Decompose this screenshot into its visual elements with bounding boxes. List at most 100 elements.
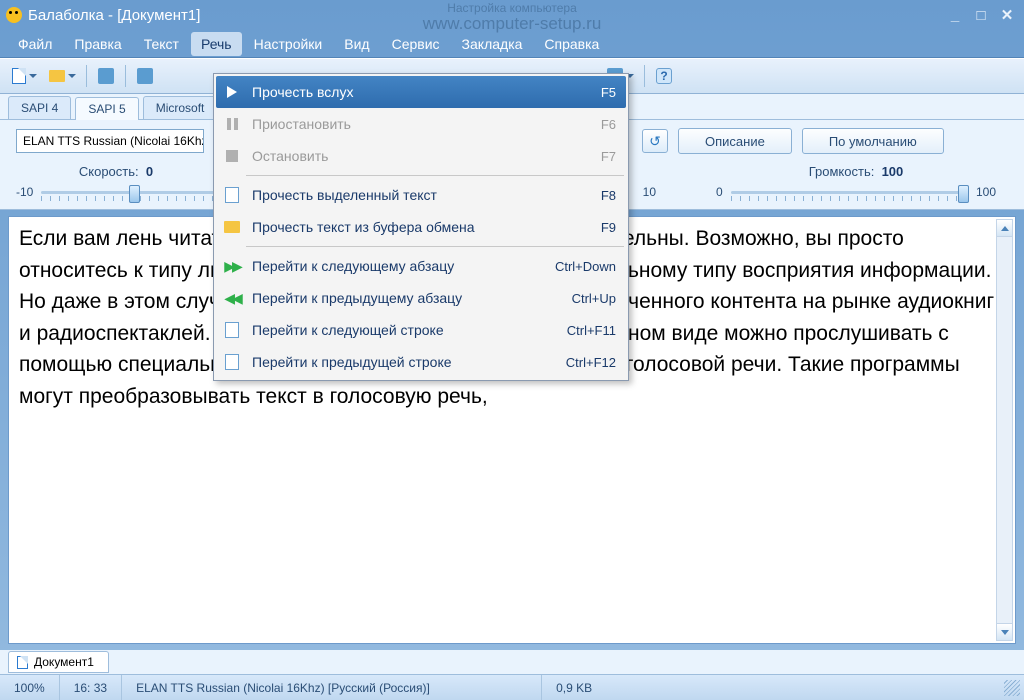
tab-sapi-4[interactable]: SAPI 4 bbox=[8, 96, 71, 119]
menu-сервис[interactable]: Сервис bbox=[382, 32, 450, 56]
pause-icon bbox=[220, 112, 244, 136]
toolbar-btn-1[interactable] bbox=[93, 63, 119, 89]
watermark-line2: www.computer-setup.ru bbox=[423, 15, 602, 34]
menu-item-shortcut: Ctrl+F11 bbox=[567, 323, 616, 338]
scroll-up-button[interactable] bbox=[997, 220, 1012, 237]
menu-item-shortcut: F7 bbox=[601, 149, 616, 164]
status-position: 16: 33 bbox=[60, 675, 122, 700]
help-button[interactable]: ? bbox=[651, 63, 677, 89]
speed-label: Скорость: 0 bbox=[16, 164, 216, 179]
statusbar: 100% 16: 33 ELAN TTS Russian (Nicolai 16… bbox=[0, 674, 1024, 700]
document-tabs: Документ1 bbox=[0, 650, 1024, 674]
folder-icon bbox=[220, 215, 244, 239]
menu-настройки[interactable]: Настройки bbox=[244, 32, 333, 56]
menu-separator bbox=[246, 175, 624, 176]
stop-icon bbox=[220, 144, 244, 168]
menu-item-label: Перейти к предыдущему абзацу bbox=[252, 290, 572, 306]
menu-item-label: Остановить bbox=[252, 148, 601, 164]
menu-item-перейти-к-следующему-абз[interactable]: ▶▶ Перейти к следующему абзацуCtrl+Down bbox=[216, 250, 626, 282]
menu-item-label: Перейти к предыдущей строке bbox=[252, 354, 566, 370]
menu-item-shortcut: Ctrl+Down bbox=[555, 259, 616, 274]
menu-item-shortcut: F5 bbox=[601, 85, 616, 100]
scroll-down-button[interactable] bbox=[997, 623, 1012, 640]
tab-microsoft[interactable]: Microsoft bbox=[143, 96, 218, 119]
menu-item-приостановить: ПриостановитьF6 bbox=[216, 108, 626, 140]
menu-item-shortcut: F6 bbox=[601, 117, 616, 132]
refresh-button[interactable]: ↺ bbox=[642, 129, 668, 153]
menu-item-перейти-к-предыдущему-аб[interactable]: ◀◀ Перейти к предыдущему абзацуCtrl+Up bbox=[216, 282, 626, 314]
play-icon bbox=[220, 80, 244, 104]
tab-sapi-5[interactable]: SAPI 5 bbox=[75, 97, 138, 120]
maximize-button[interactable]: □ bbox=[970, 6, 992, 24]
separator bbox=[86, 65, 87, 87]
default-button[interactable]: По умолчанию bbox=[802, 128, 944, 154]
open-button[interactable] bbox=[44, 63, 80, 89]
menubar: ФайлПравкаТекстРечьНастройкиВидСервисЗак… bbox=[0, 30, 1024, 58]
chevron-down-icon bbox=[1001, 630, 1009, 635]
description-button[interactable]: Описание bbox=[678, 128, 792, 154]
menu-закладка[interactable]: Закладка bbox=[452, 32, 533, 56]
menu-item-label: Перейти к следующему абзацу bbox=[252, 258, 555, 274]
chevron-up-icon bbox=[1001, 226, 1009, 231]
voice-select[interactable]: ELAN TTS Russian (Nicolai 16Khz) bbox=[16, 129, 204, 153]
menu-речь[interactable]: Речь bbox=[191, 32, 242, 56]
menu-item-остановить: ОстановитьF7 bbox=[216, 140, 626, 172]
rw-icon: ◀◀ bbox=[220, 286, 244, 310]
doc-icon bbox=[220, 183, 244, 207]
window-title: Балаболка - [Документ1] bbox=[28, 7, 200, 24]
vertical-scrollbar[interactable] bbox=[996, 219, 1013, 641]
separator bbox=[125, 65, 126, 87]
speech-menu-dropdown: Прочесть вслухF5ПриостановитьF6Остановит… bbox=[213, 73, 629, 381]
menu-правка[interactable]: Правка bbox=[64, 32, 131, 56]
menu-item-перейти-к-следующей-стро[interactable]: Перейти к следующей строкеCtrl+F11 bbox=[216, 314, 626, 346]
separator bbox=[644, 65, 645, 87]
menu-текст[interactable]: Текст bbox=[134, 32, 189, 56]
menu-item-label: Приостановить bbox=[252, 116, 601, 132]
menu-item-label: Прочесть текст из буфера обмена bbox=[252, 219, 601, 235]
status-voice: ELAN TTS Russian (Nicolai 16Khz) [Русски… bbox=[122, 675, 542, 700]
app-icon bbox=[6, 7, 22, 23]
menu-item-перейти-к-предыдущей-стр[interactable]: Перейти к предыдущей строкеCtrl+F12 bbox=[216, 346, 626, 378]
menu-item-shortcut: Ctrl+F12 bbox=[566, 355, 616, 370]
menu-вид[interactable]: Вид bbox=[334, 32, 379, 56]
generic-icon bbox=[137, 68, 153, 84]
doc-icon bbox=[220, 350, 244, 374]
menu-item-прочесть-вслух[interactable]: Прочесть вслухF5 bbox=[216, 76, 626, 108]
generic-icon bbox=[98, 68, 114, 84]
titlebar: Балаболка - [Документ1] Настройка компью… bbox=[0, 0, 1024, 30]
document-tab-label: Документ1 bbox=[34, 655, 94, 669]
volume-slider[interactable] bbox=[731, 183, 968, 201]
pitch-max: 10 bbox=[643, 185, 656, 199]
menu-item-shortcut: F9 bbox=[601, 220, 616, 235]
menu-файл[interactable]: Файл bbox=[8, 32, 62, 56]
speed-slider[interactable] bbox=[41, 183, 216, 201]
toolbar-btn-2[interactable] bbox=[132, 63, 158, 89]
status-zoom: 100% bbox=[0, 675, 60, 700]
resize-grip[interactable] bbox=[1004, 680, 1020, 696]
new-button[interactable] bbox=[6, 63, 42, 89]
doc-icon bbox=[220, 318, 244, 342]
speed-min: -10 bbox=[16, 185, 33, 199]
menu-item-shortcut: Ctrl+Up bbox=[572, 291, 616, 306]
menu-item-прочесть-выделенный-текс[interactable]: Прочесть выделенный текстF8 bbox=[216, 179, 626, 211]
folder-icon bbox=[49, 70, 65, 82]
menu-item-label: Прочесть вслух bbox=[252, 84, 601, 100]
status-size: 0,9 KB bbox=[542, 675, 606, 700]
watermark: Настройка компьютера www.computer-setup.… bbox=[423, 2, 602, 34]
help-icon: ? bbox=[656, 68, 672, 84]
menu-item-label: Прочесть выделенный текст bbox=[252, 187, 601, 203]
close-button[interactable]: ✕ bbox=[996, 6, 1018, 24]
document-tab[interactable]: Документ1 bbox=[8, 651, 109, 673]
menu-item-label: Перейти к следующей строке bbox=[252, 322, 567, 338]
menu-справка[interactable]: Справка bbox=[534, 32, 609, 56]
document-icon bbox=[12, 68, 26, 84]
vol-min: 0 bbox=[716, 185, 723, 199]
document-icon bbox=[17, 656, 28, 669]
ff-icon: ▶▶ bbox=[220, 254, 244, 278]
volume-label: Громкость: 100 bbox=[716, 164, 996, 179]
menu-item-прочесть-текст-из-буфера[interactable]: Прочесть текст из буфера обменаF9 bbox=[216, 211, 626, 243]
menu-separator bbox=[246, 246, 624, 247]
minimize-button[interactable]: _ bbox=[944, 6, 966, 24]
menu-item-shortcut: F8 bbox=[601, 188, 616, 203]
vol-max: 100 bbox=[976, 185, 996, 199]
